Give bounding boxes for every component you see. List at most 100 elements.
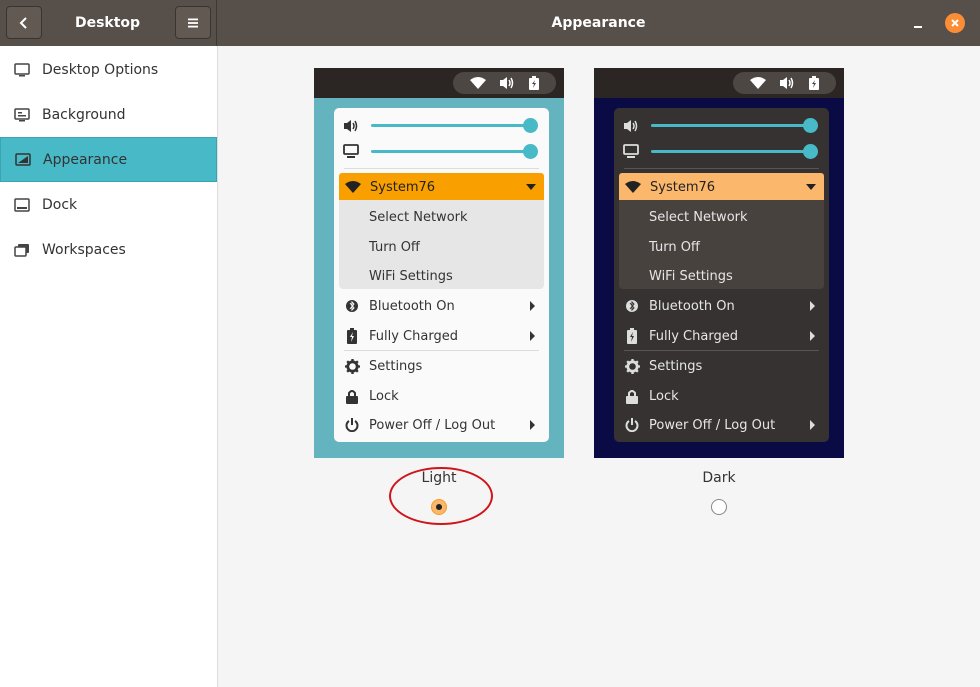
wifi-icon xyxy=(469,77,486,89)
lock-icon xyxy=(624,388,640,404)
battery-label: Fully Charged xyxy=(369,328,458,344)
battery-row: Fully Charged xyxy=(614,322,829,350)
bluetooth-icon xyxy=(344,298,360,314)
divider xyxy=(624,350,819,351)
submenu-item: WiFi Settings xyxy=(339,262,544,290)
settings-label: Settings xyxy=(369,358,423,374)
chevron-right-icon xyxy=(530,301,535,311)
power-row: Power Off / Log Out xyxy=(334,411,549,439)
power-icon xyxy=(344,417,360,433)
sidebar-item-dock[interactable]: Dock xyxy=(0,182,217,227)
volume-slider xyxy=(651,118,818,133)
bluetooth-label: Bluetooth On xyxy=(369,298,455,314)
divider xyxy=(344,168,539,169)
hamburger-icon xyxy=(188,18,198,27)
battery-label: Fully Charged xyxy=(649,328,738,344)
network-submenu: Select Network Turn Off WiFi Settings xyxy=(339,200,544,289)
sidebar-item-workspaces[interactable]: Workspaces xyxy=(0,227,217,272)
brightness-slider xyxy=(651,144,818,159)
chevron-right-icon xyxy=(530,420,535,430)
submenu-item-label: Turn Off xyxy=(369,239,420,255)
lock-label: Lock xyxy=(649,388,679,404)
volume-icon xyxy=(624,120,638,132)
divider xyxy=(344,350,539,351)
wifi-icon xyxy=(625,179,641,195)
window-title: Appearance xyxy=(551,15,646,31)
submenu-item-label: Select Network xyxy=(649,209,748,225)
header-bar: Desktop Appearance xyxy=(0,0,980,46)
chevron-right-icon xyxy=(530,331,535,341)
sidebar: Desktop Options Background Appearance Do… xyxy=(0,46,218,687)
volume-icon xyxy=(344,120,358,132)
display-icon xyxy=(343,144,359,158)
network-submenu: Select Network Turn Off WiFi Settings xyxy=(619,200,824,289)
submenu-item-label: WiFi Settings xyxy=(649,268,733,284)
dark-theme-radio[interactable] xyxy=(711,499,727,515)
lock-row: Lock xyxy=(334,382,549,410)
lock-icon xyxy=(344,388,360,404)
preview-top-bar xyxy=(594,68,844,98)
close-icon xyxy=(951,19,959,27)
submenu-item: WiFi Settings xyxy=(619,262,824,290)
bluetooth-row: Bluetooth On xyxy=(334,292,549,320)
sidebar-item-label: Workspaces xyxy=(42,241,126,258)
submenu-item-label: Select Network xyxy=(369,209,468,225)
power-row: Power Off / Log Out xyxy=(614,411,829,439)
back-button[interactable] xyxy=(6,6,42,39)
submenu-item-label: Turn Off xyxy=(649,239,700,255)
submenu-item: Select Network xyxy=(339,203,544,231)
preview-menu: System76 Select Network Turn Off WiFi Se… xyxy=(334,108,549,442)
highlight-annotation xyxy=(389,467,493,525)
menu-button[interactable] xyxy=(175,6,211,39)
volume-slider xyxy=(371,118,538,133)
battery-icon xyxy=(344,328,360,344)
sidebar-item-background[interactable]: Background xyxy=(0,92,217,137)
power-label: Power Off / Log Out xyxy=(369,417,496,433)
network-expander: System76 xyxy=(619,173,824,201)
sidebar-item-label: Background xyxy=(42,106,126,123)
network-name: System76 xyxy=(650,179,716,195)
gear-icon xyxy=(344,358,360,374)
dark-theme-preview[interactable]: System76 Select Network Turn Off WiFi Se… xyxy=(594,68,844,458)
volume-icon xyxy=(500,77,514,89)
wifi-icon xyxy=(345,179,361,195)
sidebar-item-appearance[interactable]: Appearance xyxy=(0,137,217,182)
network-name: System76 xyxy=(370,179,436,195)
display-icon xyxy=(623,144,639,158)
brightness-slider xyxy=(371,144,538,159)
battery-icon xyxy=(529,76,540,90)
power-label: Power Off / Log Out xyxy=(649,417,776,433)
bluetooth-row: Bluetooth On xyxy=(614,292,829,320)
sidebar-item-desktop-options[interactable]: Desktop Options xyxy=(0,47,217,92)
bluetooth-label: Bluetooth On xyxy=(649,298,735,314)
appearance-icon xyxy=(14,151,32,169)
chevron-right-icon xyxy=(810,331,815,341)
settings-row: Settings xyxy=(614,352,829,380)
gear-icon xyxy=(624,358,640,374)
dock-icon xyxy=(13,196,31,214)
divider xyxy=(624,168,819,169)
workspaces-icon xyxy=(13,241,31,259)
battery-icon xyxy=(624,328,640,344)
settings-label: Settings xyxy=(649,358,703,374)
preview-system-tray xyxy=(733,72,836,94)
dark-theme-label: Dark xyxy=(702,470,736,486)
sidebar-item-label: Desktop Options xyxy=(42,61,159,78)
sidebar-item-label: Appearance xyxy=(43,151,128,168)
lock-row: Lock xyxy=(614,382,829,410)
close-button[interactable] xyxy=(945,13,965,33)
submenu-item: Turn Off xyxy=(619,233,824,261)
settings-row: Settings xyxy=(334,352,549,380)
monitor-icon xyxy=(13,61,31,79)
volume-icon xyxy=(780,77,794,89)
power-icon xyxy=(624,417,640,433)
minimize-icon xyxy=(914,26,922,28)
preview-menu: System76 Select Network Turn Off WiFi Se… xyxy=(614,108,829,442)
light-theme-preview[interactable]: System76 Select Network Turn Off WiFi Se… xyxy=(314,68,564,458)
chevron-down-icon xyxy=(806,184,816,190)
chevron-down-icon xyxy=(526,184,536,190)
sidebar-item-label: Dock xyxy=(42,196,78,213)
sidebar-title: Desktop xyxy=(74,15,141,31)
network-expander: System76 xyxy=(339,173,544,201)
minimize-button[interactable] xyxy=(908,13,928,33)
